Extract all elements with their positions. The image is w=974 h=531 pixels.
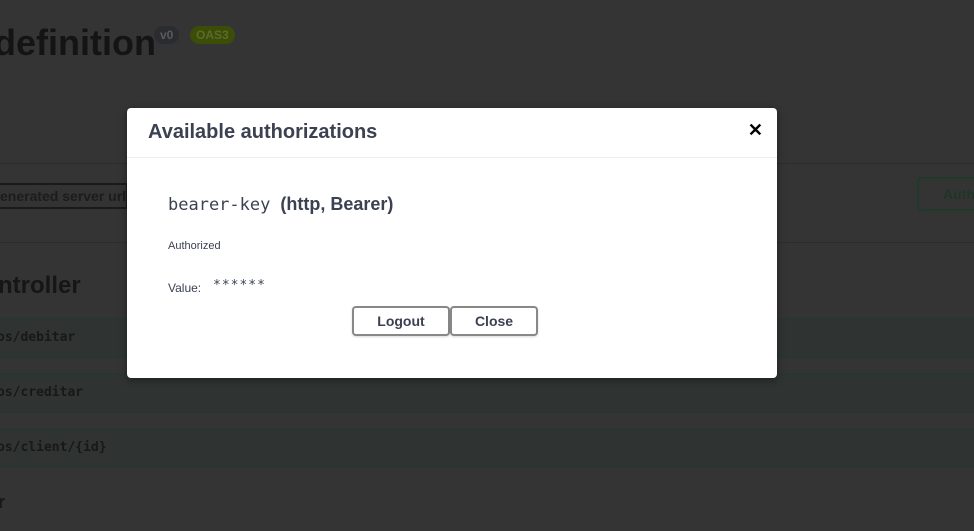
server-select[interactable]: enerated server url — [0, 183, 128, 209]
operation-row[interactable]: os/creditar — [0, 373, 974, 413]
operation-path: os/client/{id} — [0, 440, 107, 455]
scheme-type: (http, Bearer) — [280, 194, 394, 214]
page-title: definition — [0, 22, 156, 63]
close-icon[interactable]: ✕ — [748, 120, 763, 141]
controller-section-title[interactable]: ntroller — [0, 272, 81, 300]
authorizations-modal: Available authorizations ✕ bearer-key (h… — [127, 108, 777, 378]
operation-path: os/debitar — [0, 330, 76, 345]
logout-button[interactable]: Logout — [352, 306, 450, 336]
authorize-button[interactable]: Auth — [917, 177, 974, 211]
scheme-name: bearer-key — [168, 195, 271, 215]
version-badge: v0 — [154, 26, 180, 44]
modal-title: Available authorizations — [148, 121, 378, 143]
auth-scheme-heading: bearer-key (http, Bearer) — [168, 194, 393, 215]
operation-row[interactable]: os/client/{id} — [0, 428, 974, 468]
oas-badge: OAS3 — [190, 26, 235, 44]
value-masked: ****** — [213, 278, 266, 293]
section-title-partial: r — [0, 492, 6, 512]
value-label: Value: — [168, 281, 202, 295]
close-button[interactable]: Close — [450, 306, 538, 336]
operation-path: os/creditar — [0, 385, 84, 400]
modal-header: Available authorizations ✕ — [127, 108, 777, 158]
auth-status: Authorized — [168, 240, 221, 252]
